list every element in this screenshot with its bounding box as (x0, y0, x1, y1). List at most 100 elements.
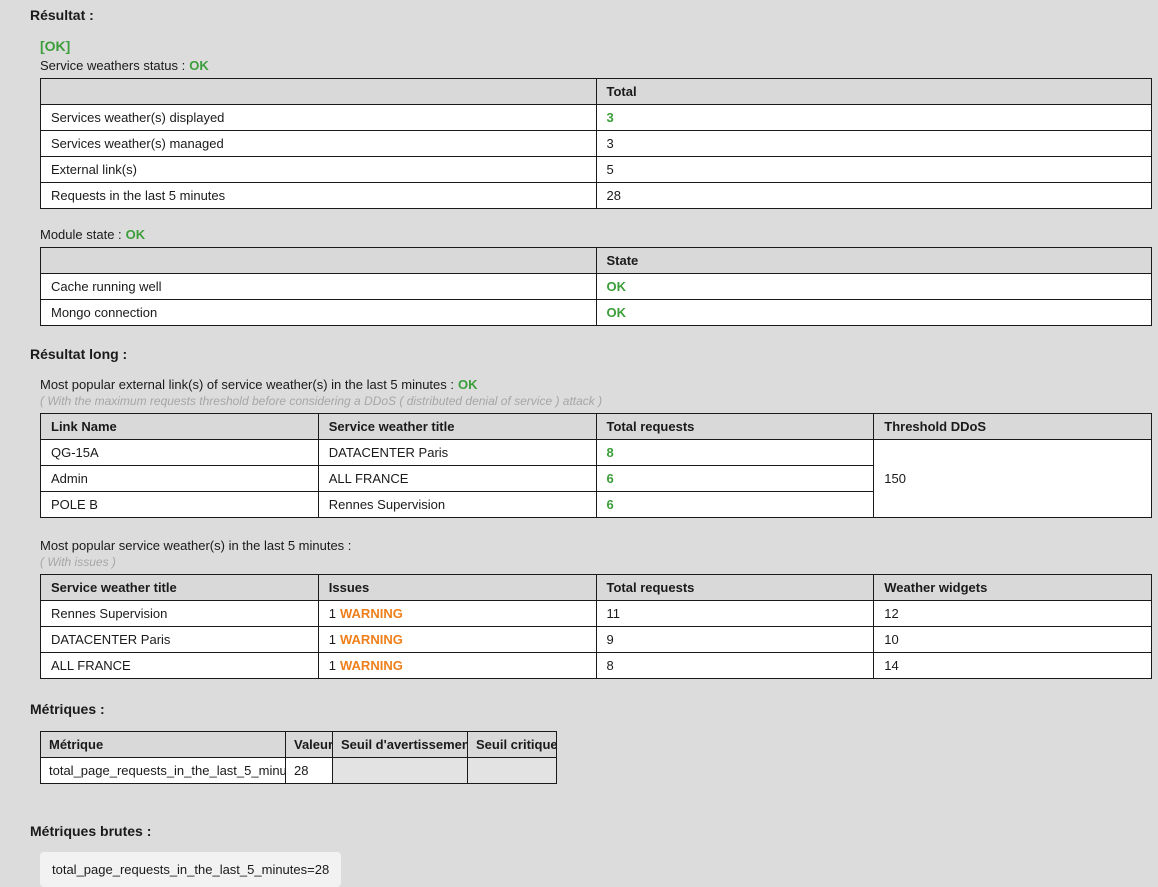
table-row: Cache running well OK (41, 274, 1152, 300)
weathers-header-issues: Issues (318, 575, 596, 601)
module-row-label: Cache running well (41, 274, 597, 300)
popular-links-note: ( With the maximum requests threshold be… (40, 394, 1158, 408)
table-row: Services weather(s) managed 3 (41, 131, 1152, 157)
links-header-link-name: Link Name (41, 414, 319, 440)
links-row-requests: 6 (596, 492, 874, 518)
weathers-row-service: Rennes Supervision (41, 601, 319, 627)
totals-row-value: 3 (596, 105, 1152, 131)
raw-metrics-box: total_page_requests_in_the_last_5_minute… (40, 852, 341, 887)
links-threshold-ddos-cell: 150 (874, 440, 1152, 518)
weathers-row-requests: 9 (596, 627, 874, 653)
weathers-row-service: ALL FRANCE (41, 653, 319, 679)
weathers-row-issues: 1 WARNING (318, 627, 596, 653)
popular-weathers-title-line: Most popular service weather(s) in the l… (40, 538, 1158, 553)
table-row: total_page_requests_in_the_last_5_minute… (41, 758, 557, 784)
table-row: ALL FRANCE 1 WARNING 8 14 (41, 653, 1152, 679)
links-row-link: QG-15A (41, 440, 319, 466)
totals-table-header-row: Total (41, 79, 1152, 105)
metrics-header-value: Valeur (286, 732, 333, 758)
issues-count: 1 (329, 632, 336, 647)
table-row: External link(s) 5 (41, 157, 1152, 183)
metrics-row-critical-threshold (468, 758, 557, 784)
links-row-requests: 6 (596, 466, 874, 492)
popular-links-title-line: Most popular external link(s) of service… (40, 377, 1158, 392)
popular-links-title: Most popular external link(s) of service… (40, 377, 454, 392)
weathers-row-service: DATACENTER Paris (41, 627, 319, 653)
links-row-link: POLE B (41, 492, 319, 518)
module-state-value: OK (126, 227, 146, 242)
totals-row-value: 28 (596, 183, 1152, 209)
table-row: Mongo connection OK (41, 300, 1152, 326)
metrics-heading: Métriques : (0, 701, 1158, 717)
popular-weathers-note: ( With issues ) (40, 555, 1158, 569)
weathers-header-service-title: Service weather title (41, 575, 319, 601)
module-row-state: OK (596, 274, 1152, 300)
raw-metrics-heading: Métriques brutes : (0, 823, 1158, 839)
weathers-row-issues: 1 WARNING (318, 601, 596, 627)
service-weathers-status-label: Service weathers status : (40, 58, 185, 73)
links-table-header-row: Link Name Service weather title Total re… (41, 414, 1152, 440)
issues-level: WARNING (340, 658, 403, 673)
global-status-tag: [OK] (40, 38, 1158, 54)
weathers-row-widgets: 10 (874, 627, 1152, 653)
totals-row-label: Requests in the last 5 minutes (41, 183, 597, 209)
links-row-service: Rennes Supervision (318, 492, 596, 518)
module-header-state: State (596, 248, 1152, 274)
long-result-heading: Résultat long : (0, 346, 1158, 362)
totals-row-value: 5 (596, 157, 1152, 183)
weathers-row-requests: 8 (596, 653, 874, 679)
issues-count: 1 (329, 606, 336, 621)
weathers-header-total-requests: Total requests (596, 575, 874, 601)
weathers-table-header-row: Service weather title Issues Total reque… (41, 575, 1152, 601)
metrics-row-metric: total_page_requests_in_the_last_5_minute… (41, 758, 286, 784)
links-row-link: Admin (41, 466, 319, 492)
totals-table: Total Services weather(s) displayed 3 Se… (40, 78, 1152, 209)
metrics-header-warning-threshold: Seuil d'avertissement (333, 732, 468, 758)
links-row-service: DATACENTER Paris (318, 440, 596, 466)
totals-row-label: External link(s) (41, 157, 597, 183)
table-row: Services weather(s) displayed 3 (41, 105, 1152, 131)
links-row-service: ALL FRANCE (318, 466, 596, 492)
metrics-table-header-row: Métrique Valeur Seuil d'avertissement Se… (41, 732, 557, 758)
totals-header-empty (41, 79, 597, 105)
totals-header-total: Total (596, 79, 1152, 105)
weathers-header-weather-widgets: Weather widgets (874, 575, 1152, 601)
weathers-row-issues: 1 WARNING (318, 653, 596, 679)
links-header-threshold-ddos: Threshold DDoS (874, 414, 1152, 440)
weathers-row-widgets: 14 (874, 653, 1152, 679)
metrics-row-value: 28 (286, 758, 333, 784)
weathers-row-requests: 11 (596, 601, 874, 627)
popular-links-status: OK (458, 377, 478, 392)
table-row: DATACENTER Paris 1 WARNING 9 10 (41, 627, 1152, 653)
service-weathers-status-line: Service weathers status : OK (40, 58, 1158, 73)
module-state-table: State Cache running well OK Mongo connec… (40, 247, 1152, 326)
module-state-line: Module state : OK (40, 227, 1158, 242)
totals-row-label: Services weather(s) managed (41, 131, 597, 157)
issues-level: WARNING (340, 632, 403, 647)
module-table-header-row: State (41, 248, 1152, 274)
links-header-total-requests: Total requests (596, 414, 874, 440)
weathers-row-widgets: 12 (874, 601, 1152, 627)
links-header-service-title: Service weather title (318, 414, 596, 440)
module-state-label: Module state : (40, 227, 122, 242)
issues-level: WARNING (340, 606, 403, 621)
table-row: Rennes Supervision 1 WARNING 11 12 (41, 601, 1152, 627)
totals-row-label: Services weather(s) displayed (41, 105, 597, 131)
totals-row-value: 3 (596, 131, 1152, 157)
popular-weathers-table: Service weather title Issues Total reque… (40, 574, 1152, 679)
service-weathers-status-value: OK (189, 58, 209, 73)
issues-count: 1 (329, 658, 336, 673)
result-heading: Résultat : (0, 0, 1158, 23)
table-row: QG-15A DATACENTER Paris 8 150 (41, 440, 1152, 466)
popular-weathers-title: Most popular service weather(s) in the l… (40, 538, 351, 553)
table-row: Requests in the last 5 minutes 28 (41, 183, 1152, 209)
module-header-empty (41, 248, 597, 274)
metrics-table: Métrique Valeur Seuil d'avertissement Se… (40, 731, 557, 784)
links-row-requests: 8 (596, 440, 874, 466)
module-row-label: Mongo connection (41, 300, 597, 326)
metrics-header-critical-threshold: Seuil critique (468, 732, 557, 758)
metrics-row-warning-threshold (333, 758, 468, 784)
module-row-state: OK (596, 300, 1152, 326)
popular-links-table: Link Name Service weather title Total re… (40, 413, 1152, 518)
metrics-header-metric: Métrique (41, 732, 286, 758)
